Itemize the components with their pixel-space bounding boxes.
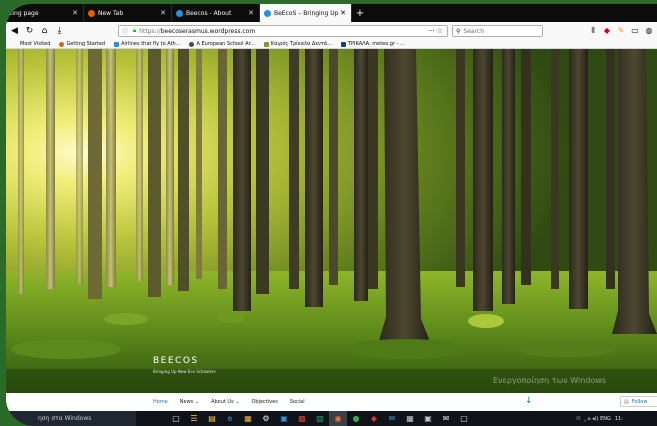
screen-frame: ting page ✕ New Tab ✕ Beecos - About ✕ B… [0,0,657,426]
media-icon[interactable]: ◆ [365,411,383,426]
tab-4-active[interactable]: BeEcoS – Bringing Up New Eco ✕ [260,4,352,22]
bookmark-most-visited[interactable]: Most Visited [20,41,50,47]
tab-title: New Tab [98,9,124,17]
search-input[interactable]: ⚲ Search [452,25,543,37]
wordpress-icon [176,9,183,17]
tab-title: BeEcoS – Bringing Up New Eco [274,9,339,17]
home-icon[interactable]: ⌂ [38,25,51,38]
firefox-icon[interactable]: ◉ [329,411,347,426]
word-icon[interactable]: ▣ [275,411,293,426]
settings-icon[interactable]: ⚙ [257,411,275,426]
taskbar-search-text: ηση στα Windows [38,415,92,422]
search-placeholder: Search [463,27,485,35]
bookmark-label: ΤΡΙΚΑΛΑ: meteo.gr - ... [347,41,405,47]
url-scheme: https:// [139,27,161,35]
edge-icon[interactable]: e [221,411,239,426]
tab-1[interactable]: ting page ✕ [6,4,84,22]
bookmark-label: Most Visited [20,41,51,47]
bookmarks-bar: Most Visited Getting Started Airlines th… [6,40,657,49]
follow-label: Follow [631,398,648,405]
file-explorer-icon[interactable]: ▤ [203,411,221,426]
task-view-icon[interactable]: ▢ [167,411,185,426]
page-actions[interactable]: ··· ☆ [428,27,447,35]
site-title[interactable]: BEECOS [153,356,199,366]
menu-item-home[interactable]: Home [153,399,168,405]
sync-icon[interactable]: ◍ [644,24,654,37]
firefox-icon [59,41,65,47]
scroll-down-icon[interactable]: ↓ [525,396,533,406]
close-icon[interactable]: ✕ [339,9,347,17]
close-icon[interactable]: ✕ [71,9,79,17]
folder-icon[interactable]: ▦ [239,411,257,426]
tab-2[interactable]: New Tab ✕ [84,4,172,22]
tab-bar-fill [368,4,657,22]
browser-screen: ting page ✕ New Tab ✕ Beecos - About ✕ B… [6,4,657,426]
taskbar-search-box[interactable]: ηση στα Windows [6,411,136,426]
menu-item-news[interactable]: News ⌄ [180,399,199,405]
chrome-icon[interactable]: ● [347,411,365,426]
notepad-icon[interactable]: ▢ [455,411,473,426]
follow-button[interactable]: ▤ Follow [620,396,657,407]
system-tray: ⚇ ⁁ ⌂ ◂)) ENG 11: [576,411,623,426]
calculator-icon[interactable]: ▦ [401,411,419,426]
clock[interactable]: 11: [615,416,623,422]
url-host: beecoserasmus.wordpress.com [160,27,256,35]
menu-item-objectives[interactable]: Objectives [251,399,277,405]
store-icon[interactable]: ☰ [185,411,203,426]
windows-activation-watermark: Ενεργοποίηση των Windows [493,376,606,385]
bookmark-meteo[interactable]: ΤΡΙΚΑΛΑ: meteo.gr - ... [340,41,405,47]
pencil-icon[interactable]: ✎ [616,24,626,37]
follow-icon: ▤ [624,398,629,405]
tray-icons[interactable]: ⁁ ⌂ ◂)) ENG [584,416,610,422]
meteo-icon [340,41,346,47]
toolbar-icons: ⫴ ◆ ✎ ▭ ◍ ≡ [588,24,657,37]
airline-icon [114,41,120,47]
bookmark-label: A European School Ar... [196,41,255,47]
weather-icon [263,41,269,47]
url-bar[interactable]: ⓘ 🔒︎ https:// beecoserasmus.wordpress.co… [118,25,448,37]
mail-icon[interactable]: ✉ [383,411,401,426]
wordpress-icon [264,9,271,17]
search-icon: ⚲ [456,27,461,35]
close-icon[interactable]: ✕ [159,9,167,17]
screenshot-icon[interactable]: ▭ [630,24,640,37]
bookmark-european-school[interactable]: A European School Ar... [189,41,255,47]
bookmark-label: Airlines that fly to Ath... [121,41,181,47]
school-icon [189,41,195,47]
page-content: BEECOS Bringing Up New Eco Schoolers Ενε… [6,49,657,393]
library-icon[interactable]: ⫴ [588,24,598,37]
new-tab-button[interactable]: + [352,4,368,22]
close-icon[interactable]: ✕ [247,9,255,17]
info-icon[interactable]: ⓘ [122,27,128,36]
nav-bar: ◀ ↻ ⌂ ⤓ ⓘ 🔒︎ https:// beecoserasmus.word… [6,22,657,40]
site-navigation: Home News ⌄ About Us ⌄ Objectives Social… [6,393,657,411]
tab-title: ting page [10,9,39,17]
windows-taskbar: ηση στα Windows ▢ ☰ ▤ e ▦ ⚙ ▣ ▩ ▧ ◉ ● ◆ … [6,411,657,426]
bookmark-label: Getting Started [66,41,106,47]
site-tagline: Bringing Up New Eco Schoolers [153,369,216,374]
forest-hero-image [6,49,657,393]
extension-icon[interactable]: ◆ [602,24,612,37]
tab-bar: ting page ✕ New Tab ✕ Beecos - About ✕ B… [6,4,657,22]
tab-3[interactable]: Beecos - About ✕ [172,4,260,22]
excel-icon[interactable]: ▧ [311,411,329,426]
powerpoint-icon[interactable]: ▩ [293,411,311,426]
tab-title: Beecos - About [186,9,232,17]
download-icon[interactable]: ⤓ [53,25,66,38]
bookmark-getting-started[interactable]: Getting Started [59,41,105,47]
outlook-icon[interactable]: ✉ [437,411,455,426]
reload-icon[interactable]: ↻ [23,25,36,38]
menu-item-about-us[interactable]: About Us ⌄ [211,399,239,405]
lock-icon: 🔒︎ [133,27,137,34]
bookmark-kairos[interactable]: Καιρός Τρίκαλα Δεντά... [263,41,332,47]
firefox-icon [88,9,95,17]
bookmark-airlines[interactable]: Airlines that fly to Ath... [114,41,180,47]
back-icon[interactable]: ◀ [8,25,21,38]
bookmark-label: Καιρός Τρίκαλα Δεντά... [270,41,332,47]
menu-item-social[interactable]: Social [290,399,305,405]
photos-icon[interactable]: ▣ [419,411,437,426]
taskbar-apps: ▢ ☰ ▤ e ▦ ⚙ ▣ ▩ ▧ ◉ ● ◆ ✉ ▦ ▣ ✉ ▢ [167,411,473,426]
people-icon[interactable]: ⚇ [576,416,580,422]
